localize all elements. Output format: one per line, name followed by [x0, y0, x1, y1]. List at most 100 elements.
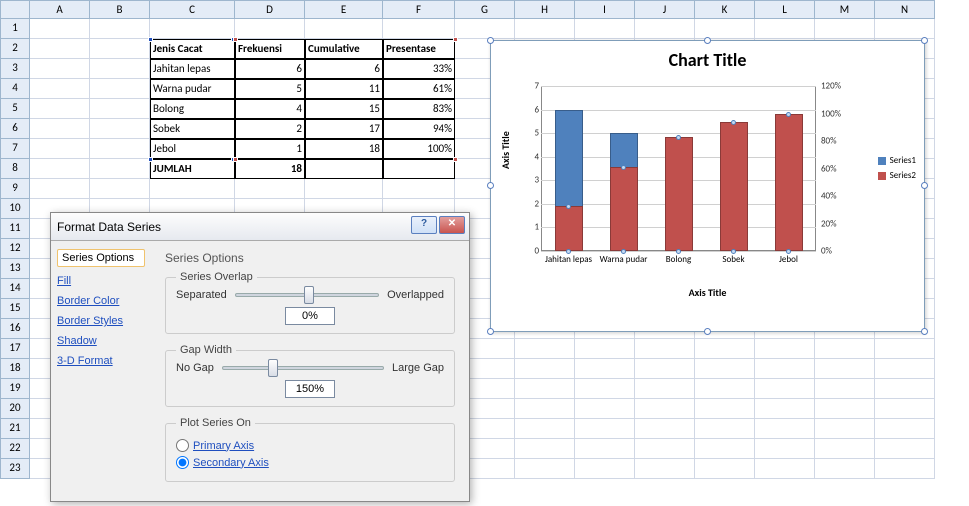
cell[interactable]	[815, 439, 875, 459]
cell[interactable]: Cumulative	[305, 39, 383, 59]
gap-slider[interactable]	[222, 366, 384, 370]
cell[interactable]	[575, 359, 635, 379]
col-header[interactable]: E	[305, 0, 383, 19]
cell[interactable]	[875, 379, 935, 399]
cell[interactable]: Presentase	[383, 39, 455, 59]
cell[interactable]	[383, 19, 455, 39]
bar-series2[interactable]	[555, 206, 583, 251]
cell[interactable]	[875, 419, 935, 439]
cell[interactable]: 61%	[383, 79, 455, 99]
chart-title[interactable]: Chart Title	[491, 49, 924, 71]
cell[interactable]: 6	[305, 59, 383, 79]
selection-handle[interactable]	[148, 157, 153, 162]
row-header[interactable]: 23	[0, 459, 30, 479]
cell[interactable]	[875, 439, 935, 459]
chart-resize-handle[interactable]	[487, 182, 494, 189]
cell[interactable]	[150, 179, 235, 199]
secondary-axis-label[interactable]: Secondary Axis	[193, 457, 269, 469]
cell[interactable]	[755, 339, 815, 359]
chart-resize-handle[interactable]	[704, 37, 711, 44]
bar-handle[interactable]	[566, 204, 571, 209]
col-header[interactable]: A	[30, 0, 90, 19]
cell[interactable]	[695, 339, 755, 359]
row-header[interactable]: 12	[0, 239, 30, 259]
cell[interactable]: 5	[235, 79, 305, 99]
slider-thumb[interactable]	[268, 359, 278, 377]
cell[interactable]	[695, 419, 755, 439]
cell[interactable]	[755, 399, 815, 419]
cell[interactable]	[875, 359, 935, 379]
cell[interactable]	[90, 79, 150, 99]
col-header[interactable]: J	[635, 0, 695, 19]
cell[interactable]: 4	[235, 99, 305, 119]
bar-handle[interactable]	[731, 120, 736, 125]
row-header[interactable]: 15	[0, 299, 30, 319]
cell[interactable]	[875, 399, 935, 419]
nav-border-styles[interactable]: Border Styles	[57, 315, 145, 327]
cell[interactable]	[515, 459, 575, 479]
cell[interactable]	[30, 159, 90, 179]
cell[interactable]	[90, 59, 150, 79]
selection-handle[interactable]	[233, 37, 238, 42]
cell[interactable]	[90, 179, 150, 199]
cell[interactable]	[515, 419, 575, 439]
cell[interactable]	[515, 359, 575, 379]
cell[interactable]	[383, 159, 455, 179]
cell[interactable]	[90, 119, 150, 139]
cell[interactable]	[815, 19, 875, 39]
bar-series2[interactable]	[665, 137, 693, 251]
selection-handle[interactable]	[453, 157, 458, 162]
chart-object[interactable]: Chart Title Axis Title Axis Title 012345…	[490, 40, 925, 332]
help-button[interactable]: ?	[411, 216, 437, 234]
y-axis-title[interactable]: Axis Title	[499, 131, 512, 169]
nav-3d-format[interactable]: 3-D Format	[57, 355, 145, 367]
cell[interactable]	[635, 439, 695, 459]
cell[interactable]	[383, 179, 455, 199]
x-axis-title[interactable]: Axis Title	[491, 286, 924, 299]
cell[interactable]	[815, 419, 875, 439]
cell[interactable]	[575, 379, 635, 399]
row-header[interactable]: 13	[0, 259, 30, 279]
row-header[interactable]: 14	[0, 279, 30, 299]
col-header[interactable]: L	[755, 0, 815, 19]
row-header[interactable]: 22	[0, 439, 30, 459]
cell[interactable]	[455, 19, 515, 39]
row-header[interactable]: 19	[0, 379, 30, 399]
cell[interactable]	[695, 379, 755, 399]
cell[interactable]	[30, 179, 90, 199]
cell[interactable]	[695, 439, 755, 459]
cell[interactable]: Jenis Cacat	[150, 39, 235, 59]
cell[interactable]	[815, 359, 875, 379]
cell[interactable]	[635, 359, 695, 379]
row-header[interactable]: 3	[0, 59, 30, 79]
selection-handle[interactable]	[233, 157, 238, 162]
cell[interactable]: Bolong	[150, 99, 235, 119]
cell[interactable]	[695, 359, 755, 379]
nav-shadow[interactable]: Shadow	[57, 335, 145, 347]
row-header[interactable]: 5	[0, 99, 30, 119]
secondary-axis-radio[interactable]	[176, 456, 189, 469]
cell[interactable]: 17	[305, 119, 383, 139]
cell[interactable]	[30, 119, 90, 139]
cell[interactable]: 18	[235, 159, 305, 179]
col-header[interactable]: G	[455, 0, 515, 19]
row-header[interactable]: 11	[0, 219, 30, 239]
col-header[interactable]: K	[695, 0, 755, 19]
chart-legend[interactable]: Series1 Series2	[878, 151, 916, 185]
cell[interactable]	[515, 439, 575, 459]
row-header[interactable]: 18	[0, 359, 30, 379]
row-header[interactable]: 20	[0, 399, 30, 419]
cell[interactable]	[635, 339, 695, 359]
overlap-slider[interactable]	[235, 293, 379, 297]
cell[interactable]: 11	[305, 79, 383, 99]
cell[interactable]	[90, 99, 150, 119]
cell[interactable]	[30, 99, 90, 119]
chart-resize-handle[interactable]	[487, 328, 494, 335]
cell[interactable]	[755, 19, 815, 39]
col-header[interactable]: D	[235, 0, 305, 19]
cell[interactable]	[305, 19, 383, 39]
cell[interactable]	[30, 59, 90, 79]
cell[interactable]	[235, 179, 305, 199]
cell[interactable]	[305, 179, 383, 199]
cell[interactable]	[635, 19, 695, 39]
